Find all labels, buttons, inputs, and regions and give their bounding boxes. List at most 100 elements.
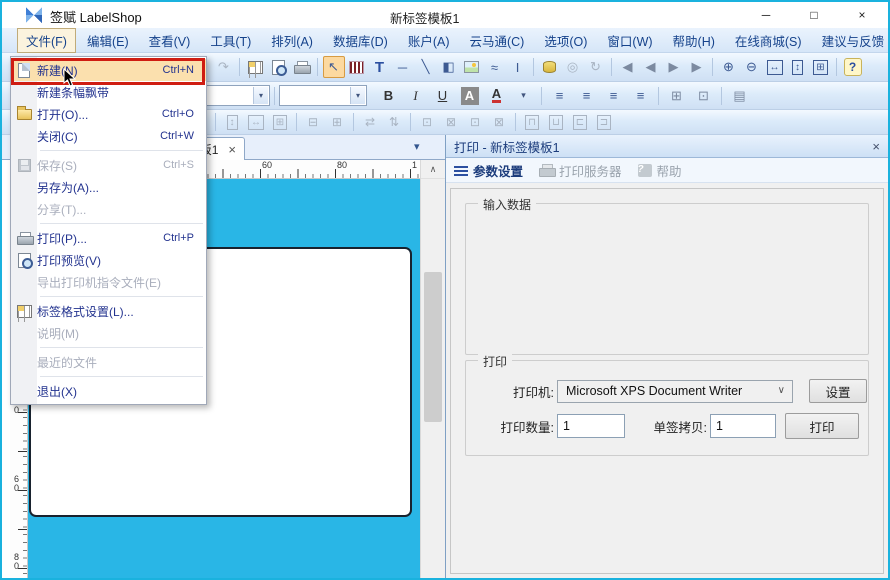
underline-icon[interactable]: U <box>431 85 455 107</box>
italic-icon[interactable]: I <box>404 85 428 107</box>
print-icon[interactable] <box>291 56 313 78</box>
menu-item-label-format[interactable]: 标签格式设置(L)... <box>11 300 206 322</box>
font-size-combobox[interactable]: ▾ <box>279 85 367 106</box>
zoom-in-icon[interactable]: ⊕ <box>718 56 740 78</box>
chevron-down-icon[interactable]: ▾ <box>253 87 268 104</box>
send-to-back-icon[interactable]: ⊠ <box>440 112 463 132</box>
same-size-icon[interactable]: ⊞ <box>269 112 292 132</box>
scrollbar-thumb[interactable] <box>424 272 442 422</box>
align-bottom-edge-icon[interactable]: ⊔ <box>545 112 568 132</box>
center-horizontal-icon[interactable]: ⊞ <box>326 112 349 132</box>
align-center-icon[interactable]: ≡ <box>575 85 599 107</box>
select-tool-icon[interactable]: ↖ <box>323 56 345 78</box>
printer-combobox[interactable]: Microsoft XPS Document Writer ∨ <box>557 380 793 403</box>
menu-item-new-banner[interactable]: 新建条幅飘带 <box>11 81 206 103</box>
label-copies-input[interactable] <box>710 414 776 438</box>
menubar-item-0[interactable]: 文件(F) <box>17 28 76 53</box>
same-width-icon[interactable]: ↔ <box>245 112 268 132</box>
nav-last-record-icon[interactable]: ▶ <box>686 56 708 78</box>
diagonal-line-tool-icon[interactable]: ╲ <box>415 56 437 78</box>
properties-icon[interactable]: ▤ <box>728 85 752 107</box>
menubar-item-8[interactable]: 选项(O) <box>535 28 596 53</box>
bring-to-front-icon[interactable]: ⊡ <box>416 112 439 132</box>
align-right-icon[interactable]: ≡ <box>602 85 626 107</box>
menu-item-description[interactable]: 说明(M) <box>11 322 206 344</box>
minimize-button[interactable]: ─ <box>742 2 790 28</box>
ungroup-icon[interactable]: ⊡ <box>692 85 716 107</box>
menu-item-save-as[interactable]: 另存为(A)... <box>11 176 206 198</box>
nav-next-record-icon[interactable]: ▶ <box>663 56 685 78</box>
menubar-item-1[interactable]: 编辑(E) <box>78 28 138 53</box>
text-tool-icon[interactable]: T <box>369 56 391 78</box>
barcode-tool-icon[interactable] <box>346 56 368 78</box>
menu-item-exit[interactable]: 退出(X) <box>11 380 206 402</box>
menubar-item-12[interactable]: 建议与反馈 <box>813 28 890 53</box>
align-left-edge-icon[interactable]: ⊏ <box>569 112 592 132</box>
menubar-item-2[interactable]: 查看(V) <box>140 28 200 53</box>
help-button[interactable]: ?帮助 <box>638 161 682 180</box>
menu-item-share[interactable]: 分享(T)... <box>11 198 206 220</box>
send-backward-icon[interactable]: ⊠ <box>488 112 511 132</box>
fit-height-icon[interactable]: ↕ <box>787 56 809 78</box>
center-vertical-icon[interactable]: ⊟ <box>302 112 325 132</box>
menubar-item-3[interactable]: 工具(T) <box>201 28 260 53</box>
menu-item-export-printer-file[interactable]: 导出打印机指令文件(E) <box>11 271 206 293</box>
printer-settings-button[interactable]: 设置 <box>809 379 867 403</box>
bring-forward-icon[interactable]: ⊡ <box>464 112 487 132</box>
nav-prev-record-icon[interactable]: ◀ <box>640 56 662 78</box>
vertical-scrollbar[interactable]: ∧ <box>420 160 445 580</box>
tab-overflow-chevron-icon[interactable]: ▾ <box>414 140 420 153</box>
print-panel-close-icon[interactable]: × <box>872 139 880 154</box>
params-settings-button[interactable]: 参数设置 <box>454 161 523 180</box>
label-format-icon[interactable] <box>245 56 267 78</box>
group-icon[interactable]: ⊞ <box>665 85 689 107</box>
find-icon[interactable]: ◎ <box>562 56 584 78</box>
menu-item-open[interactable]: 打开(O)...Ctrl+O <box>11 103 206 125</box>
align-top-edge-icon[interactable]: ⊓ <box>521 112 544 132</box>
close-button[interactable]: × <box>838 2 886 28</box>
menubar-item-6[interactable]: 账户(A) <box>399 28 459 53</box>
menu-item-save[interactable]: 保存(S)Ctrl+S <box>11 154 206 176</box>
print-preview-icon[interactable] <box>268 56 290 78</box>
menu-item-close[interactable]: 关闭(C)Ctrl+W <box>11 125 206 147</box>
menubar-item-9[interactable]: 窗口(W) <box>598 28 661 53</box>
scroll-up-arrow-icon[interactable]: ∧ <box>421 160 445 179</box>
menu-item-recent-files[interactable]: 最近的文件 <box>11 351 206 373</box>
tab-close-icon[interactable]: × <box>228 142 236 157</box>
align-right-edge-icon[interactable]: ⊐ <box>593 112 616 132</box>
same-height-icon[interactable]: ↕ <box>221 112 244 132</box>
line-tool-icon[interactable]: ─ <box>392 56 414 78</box>
maximize-button[interactable]: □ <box>790 2 838 28</box>
refresh-icon[interactable]: ↻ <box>585 56 607 78</box>
align-left-icon[interactable]: ≡ <box>548 85 572 107</box>
help-icon[interactable]: ? <box>842 56 864 78</box>
zoom-out-icon[interactable]: ⊖ <box>741 56 763 78</box>
align-justify-icon[interactable]: ≡ <box>629 85 653 107</box>
print-button[interactable]: 打印 <box>785 413 859 439</box>
menubar-item-4[interactable]: 排列(A) <box>262 28 322 53</box>
chevron-down-icon[interactable]: ▾ <box>350 87 365 104</box>
font-color-caret-icon[interactable]: ▾ <box>512 85 536 107</box>
equal-h-spacing-icon[interactable]: ⇄ <box>359 112 382 132</box>
rfid-tool-icon[interactable]: ≈ <box>484 56 506 78</box>
database-icon[interactable] <box>539 56 561 78</box>
menubar-item-10[interactable]: 帮助(H) <box>664 28 724 53</box>
print-server-button[interactable]: 打印服务器 <box>539 161 622 180</box>
chevron-down-icon[interactable]: ∨ <box>778 385 785 396</box>
menubar-item-7[interactable]: 云马通(C) <box>460 28 533 53</box>
menubar-item-11[interactable]: 在线商城(S) <box>726 28 811 53</box>
menubar-item-5[interactable]: 数据库(D) <box>324 28 397 53</box>
font-highlight-icon[interactable]: A <box>458 85 482 107</box>
menu-item-new[interactable]: 新建(N)Ctrl+N <box>11 59 206 81</box>
text-cursor-tool-icon[interactable]: I <box>507 56 529 78</box>
fit-all-icon[interactable]: ⊞ <box>810 56 832 78</box>
font-color-icon[interactable]: A <box>485 85 509 107</box>
menu-item-print-preview[interactable]: 打印预览(V) <box>11 249 206 271</box>
fit-width-icon[interactable]: ↔ <box>764 56 786 78</box>
equal-v-spacing-icon[interactable]: ⇅ <box>383 112 406 132</box>
image-tool-icon[interactable] <box>461 56 483 78</box>
nav-first-record-icon[interactable]: ◀ <box>617 56 639 78</box>
print-quantity-input[interactable] <box>557 414 625 438</box>
redo-icon[interactable]: ↷ <box>213 56 235 78</box>
menu-item-print[interactable]: 打印(P)...Ctrl+P <box>11 227 206 249</box>
